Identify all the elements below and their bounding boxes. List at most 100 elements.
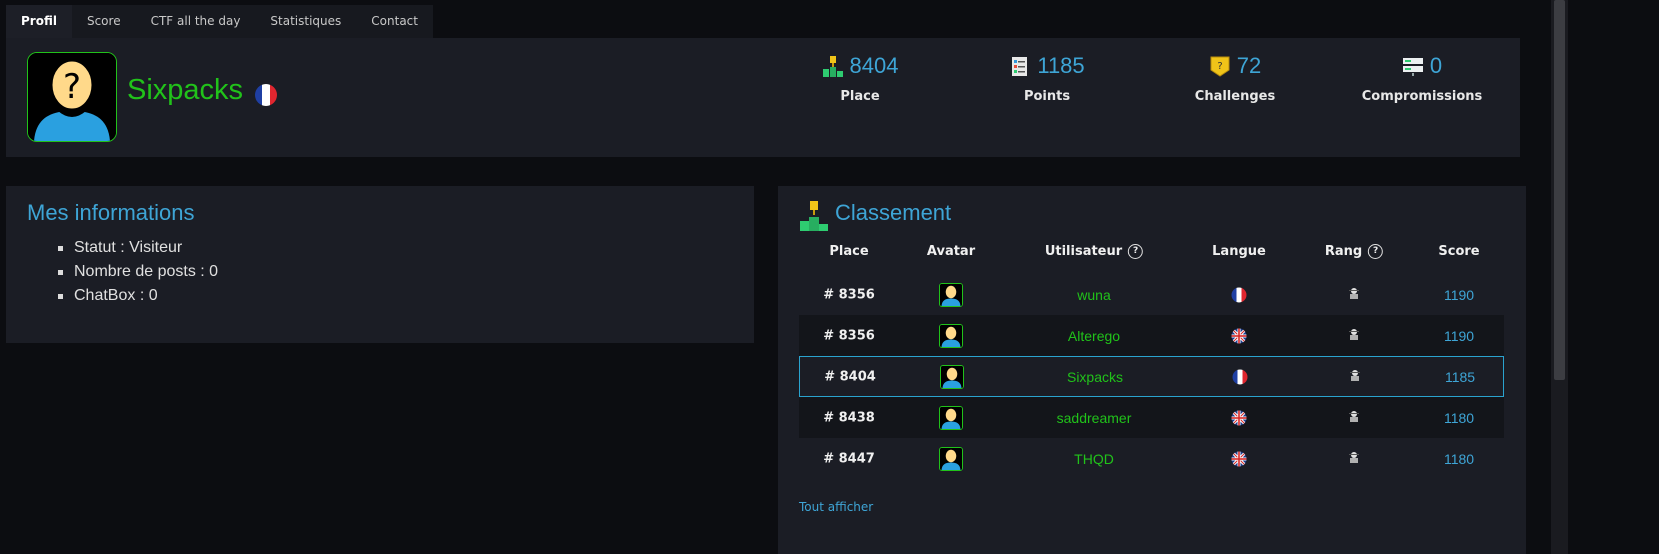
stat-compromissions-value: 0	[1429, 53, 1443, 78]
default-avatar-icon	[941, 365, 963, 388]
show-all-link[interactable]: Tout afficher	[799, 500, 873, 514]
row-score: 1180	[1443, 409, 1475, 426]
default-avatar-icon	[940, 447, 962, 470]
default-avatar-icon	[940, 324, 962, 347]
stat-compromissions: 0 Compromissions	[1342, 52, 1502, 104]
default-avatar-icon	[940, 283, 962, 306]
stat-challenges: ? 72 Challenges	[1155, 52, 1315, 104]
compromission-server-icon	[1402, 58, 1423, 76]
row-rank	[1348, 287, 1360, 303]
stat-points: 1185 Points	[967, 52, 1127, 104]
rank-icon	[1350, 369, 1360, 381]
avatar: ?	[27, 52, 117, 142]
scrollbar-thumb[interactable]	[1554, 0, 1565, 380]
default-avatar-icon	[940, 406, 962, 429]
row-lang	[1231, 451, 1247, 466]
col-lang: Langue	[1212, 244, 1266, 259]
podium-icon	[822, 56, 843, 77]
podium-icon	[800, 201, 828, 231]
help-icon[interactable]: ?	[1128, 244, 1144, 259]
my-info-title: Mes informations	[27, 200, 195, 225]
row-username[interactable]: THQD	[1074, 451, 1114, 467]
row-rank	[1349, 369, 1361, 385]
row-avatar[interactable]	[939, 405, 963, 430]
row-username[interactable]: wuna	[1077, 287, 1110, 303]
fr-flag-icon	[1231, 287, 1247, 302]
row-avatar[interactable]	[940, 364, 964, 389]
col-rank[interactable]: Rang?	[1325, 244, 1384, 259]
tab-profil[interactable]: Profil	[6, 5, 72, 38]
info-post-count: Nombre de posts : 0	[56, 260, 218, 284]
row-rank	[1348, 328, 1360, 344]
profile-tabs: Profil Score CTF all the day Statistique…	[6, 5, 433, 38]
row-rank	[1348, 410, 1360, 426]
ranking-table-header: Place Avatar Utilisateur? Langue Rang? S…	[799, 244, 1504, 268]
rank-icon	[1349, 328, 1359, 340]
col-place: Place	[829, 244, 869, 259]
my-info-panel: Mes informations Statut : Visiteur Nombr…	[6, 186, 754, 343]
table-row-current-user: # 8404 Sixpacks 1185	[799, 356, 1504, 397]
row-lang	[1231, 328, 1247, 343]
tab-contact[interactable]: Contact	[356, 5, 433, 38]
svg-text:?: ?	[1217, 61, 1222, 72]
row-rank	[1348, 451, 1360, 467]
tab-score[interactable]: Score	[71, 5, 136, 38]
row-score: 1185	[1444, 368, 1476, 385]
row-lang	[1231, 287, 1247, 302]
rank-icon	[1349, 410, 1359, 422]
table-row: # 8356 Alterego 1190	[799, 315, 1504, 356]
stat-place: 8404 Place	[780, 52, 940, 104]
row-username[interactable]: saddreamer	[1057, 410, 1132, 426]
tab-ctf-all-the-day[interactable]: CTF all the day	[135, 5, 256, 38]
ranking-panel: Classement Place Avatar Utilisateur? Lan…	[778, 186, 1526, 554]
row-place: # 8356	[823, 287, 875, 302]
row-avatar[interactable]	[939, 446, 963, 471]
uk-flag-icon	[1231, 328, 1247, 343]
col-score: Score	[1438, 244, 1480, 259]
uk-flag-icon	[1231, 451, 1247, 466]
info-chatbox: ChatBox : 0	[56, 284, 218, 308]
table-row: # 8356 wuna 1190	[799, 274, 1504, 315]
rank-icon	[1349, 287, 1359, 299]
info-status: Statut : Visiteur	[56, 236, 218, 260]
stat-compromissions-label: Compromissions	[1361, 89, 1483, 104]
row-score: 1180	[1443, 450, 1475, 467]
row-score: 1190	[1443, 327, 1475, 344]
col-user[interactable]: Utilisateur?	[1045, 244, 1144, 259]
stat-place-value: 8404	[849, 53, 899, 78]
page-scrollbar[interactable]	[1551, 0, 1568, 554]
stat-challenges-value: 72	[1236, 53, 1262, 78]
tab-statistiques[interactable]: Statistiques	[255, 5, 357, 38]
svg-text:?: ?	[63, 67, 81, 107]
profile-username: Sixpacks	[127, 74, 244, 106]
row-score: 1190	[1443, 286, 1475, 303]
row-place: # 8447	[823, 451, 875, 466]
profile-header: ? Sixpacks 8404 Place 1185 Points ? 72 C…	[6, 38, 1520, 157]
stat-points-label: Points	[1023, 89, 1071, 104]
row-lang	[1232, 369, 1248, 384]
fr-flag-icon	[255, 84, 277, 106]
stat-challenges-label: Challenges	[1194, 89, 1276, 104]
row-avatar[interactable]	[939, 323, 963, 348]
help-icon[interactable]: ?	[1368, 244, 1384, 259]
default-avatar-icon: ?	[28, 53, 116, 141]
row-place: # 8404	[824, 369, 876, 384]
row-lang	[1231, 410, 1247, 425]
table-row: # 8447 THQD 1180	[799, 438, 1504, 479]
rank-icon	[1349, 451, 1359, 463]
points-sheet-icon	[1012, 57, 1028, 76]
fr-flag-icon	[1232, 369, 1248, 384]
my-info-list: Statut : Visiteur Nombre de posts : 0 Ch…	[56, 236, 218, 308]
col-avatar: Avatar	[926, 244, 976, 259]
row-place: # 8356	[823, 328, 875, 343]
uk-flag-icon	[1231, 410, 1247, 425]
table-row: # 8438 saddreamer 1180	[799, 397, 1504, 438]
row-username[interactable]: Sixpacks	[1067, 369, 1123, 385]
stat-place-label: Place	[840, 89, 880, 104]
stat-points-value: 1185	[1037, 53, 1085, 78]
ranking-title: Classement	[835, 200, 952, 225]
row-username[interactable]: Alterego	[1068, 328, 1120, 344]
challenge-badge-icon: ?	[1210, 56, 1230, 77]
row-avatar[interactable]	[939, 282, 963, 307]
row-place: # 8438	[823, 410, 875, 425]
